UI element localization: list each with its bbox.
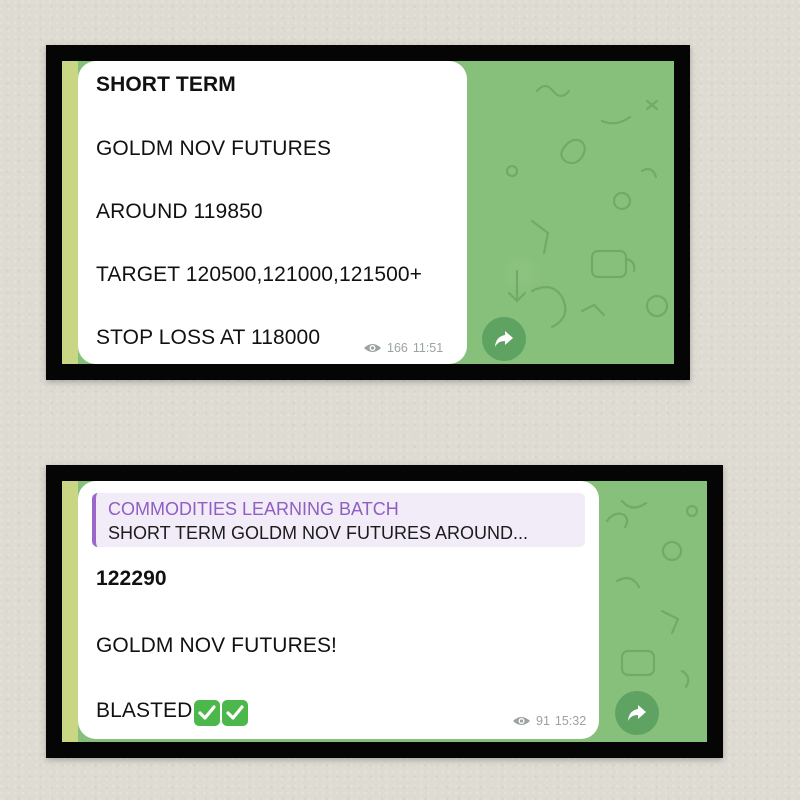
- share-arrow-icon: [628, 705, 646, 721]
- message-line: 122290: [96, 567, 167, 590]
- reply-preview[interactable]: COMMODITIES LEARNING BATCH SHORT TERM GO…: [92, 493, 585, 547]
- message-line: AROUND 119850: [96, 200, 263, 223]
- message-time: 15:32: [554, 714, 587, 728]
- message-bubble-1: SHORT TERM GOLDM NOV FUTURES AROUND 1198…: [78, 61, 467, 364]
- check-mark-emoji: [194, 700, 221, 726]
- chat-screen-2: COMMODITIES LEARNING BATCH SHORT TERM GO…: [62, 481, 707, 742]
- message-line: GOLDM NOV FUTURES!: [96, 634, 337, 657]
- reply-text: SHORT TERM GOLDM NOV FUTURES AROUND...: [108, 523, 529, 543]
- reply-title: COMMODITIES LEARNING BATCH: [108, 499, 399, 519]
- screenshot-frame-1: SHORT TERM GOLDM NOV FUTURES AROUND 1198…: [46, 45, 690, 380]
- share-button[interactable]: [615, 691, 659, 735]
- eye-icon: [513, 717, 530, 725]
- chat-screen-1: SHORT TERM GOLDM NOV FUTURES AROUND 1198…: [62, 61, 674, 364]
- chat-side-strip: [62, 481, 78, 742]
- eye-icon: [364, 344, 381, 352]
- message-meta: 91 15:32: [512, 714, 586, 728]
- screenshot-frame-2: COMMODITIES LEARNING BATCH SHORT TERM GO…: [46, 465, 723, 758]
- share-arrow-icon: [495, 331, 513, 347]
- message-line: GOLDM NOV FUTURES: [96, 137, 332, 160]
- chat-side-strip: [62, 61, 78, 364]
- message-meta: 166 11:51: [363, 341, 443, 355]
- message-bubble-2: COMMODITIES LEARNING BATCH SHORT TERM GO…: [78, 481, 599, 739]
- view-count: 166: [387, 341, 408, 355]
- share-button[interactable]: [482, 317, 526, 361]
- message-line: SHORT TERM: [96, 73, 236, 96]
- message-line-blasted: BLASTED: [96, 699, 249, 726]
- view-count: 91: [536, 714, 550, 728]
- check-mark-emoji: [222, 700, 249, 726]
- message-text: BLASTED: [96, 699, 193, 722]
- message-time: 11:51: [412, 341, 444, 355]
- message-line: STOP LOSS AT 118000: [96, 326, 321, 349]
- message-line: TARGET 120500,121000,121500+: [96, 263, 423, 286]
